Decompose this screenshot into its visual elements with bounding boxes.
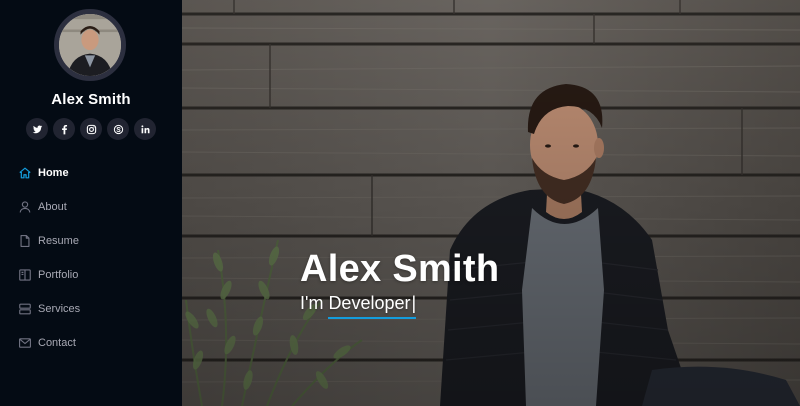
nav-item-label: About	[38, 201, 67, 213]
hero-subtitle: I'm Developer|	[300, 293, 417, 319]
twitter-link[interactable]	[26, 118, 48, 140]
profile-photo	[59, 14, 121, 76]
nav-item-resume[interactable]: Resume	[0, 224, 182, 258]
nav-item-home[interactable]: Home	[0, 156, 182, 190]
avatar	[54, 9, 126, 81]
instagram-link[interactable]	[80, 118, 102, 140]
typed-text-wrapper: Developer|	[328, 293, 417, 319]
facebook-icon	[61, 124, 67, 134]
hero-section: Alex Smith I'm Developer|	[182, 0, 800, 406]
nav-item-portfolio[interactable]: Portfolio	[0, 258, 182, 292]
nav-item-label: Contact	[38, 337, 76, 349]
nav-item-label: Home	[38, 167, 69, 179]
skype-link[interactable]	[107, 118, 129, 140]
typed-underline	[328, 317, 417, 319]
nav-item-services[interactable]: Services	[0, 292, 182, 326]
envelope-icon	[18, 336, 32, 350]
file-icon	[18, 234, 32, 248]
home-icon	[18, 166, 32, 180]
nav-item-about[interactable]: About	[0, 190, 182, 224]
profile-name: Alex Smith	[51, 91, 131, 108]
social-links	[25, 118, 157, 140]
nav-item-contact[interactable]: Contact	[0, 326, 182, 360]
nav-item-label: Services	[38, 303, 81, 315]
hero-title: Alex Smith	[300, 248, 500, 290]
main-nav: Home About Resume Portfolio Services Con…	[0, 156, 182, 360]
server-icon	[18, 302, 32, 316]
book-icon	[18, 268, 32, 282]
skype-icon	[113, 124, 123, 134]
hero-background-image	[182, 0, 800, 406]
sidebar: Alex Smith Home About Resume Portfolio S…	[0, 0, 182, 406]
hero-prefix: I'm	[300, 293, 324, 313]
linkedin-icon	[140, 124, 149, 133]
linkedin-link[interactable]	[134, 118, 156, 140]
typing-cursor: |	[411, 293, 417, 313]
twitter-icon	[32, 125, 42, 133]
nav-item-label: Resume	[38, 235, 79, 247]
nav-item-label: Portfolio	[38, 269, 79, 281]
facebook-link[interactable]	[53, 118, 75, 140]
user-icon	[18, 200, 32, 214]
instagram-icon	[86, 124, 96, 134]
typed-text: Developer	[328, 293, 411, 313]
